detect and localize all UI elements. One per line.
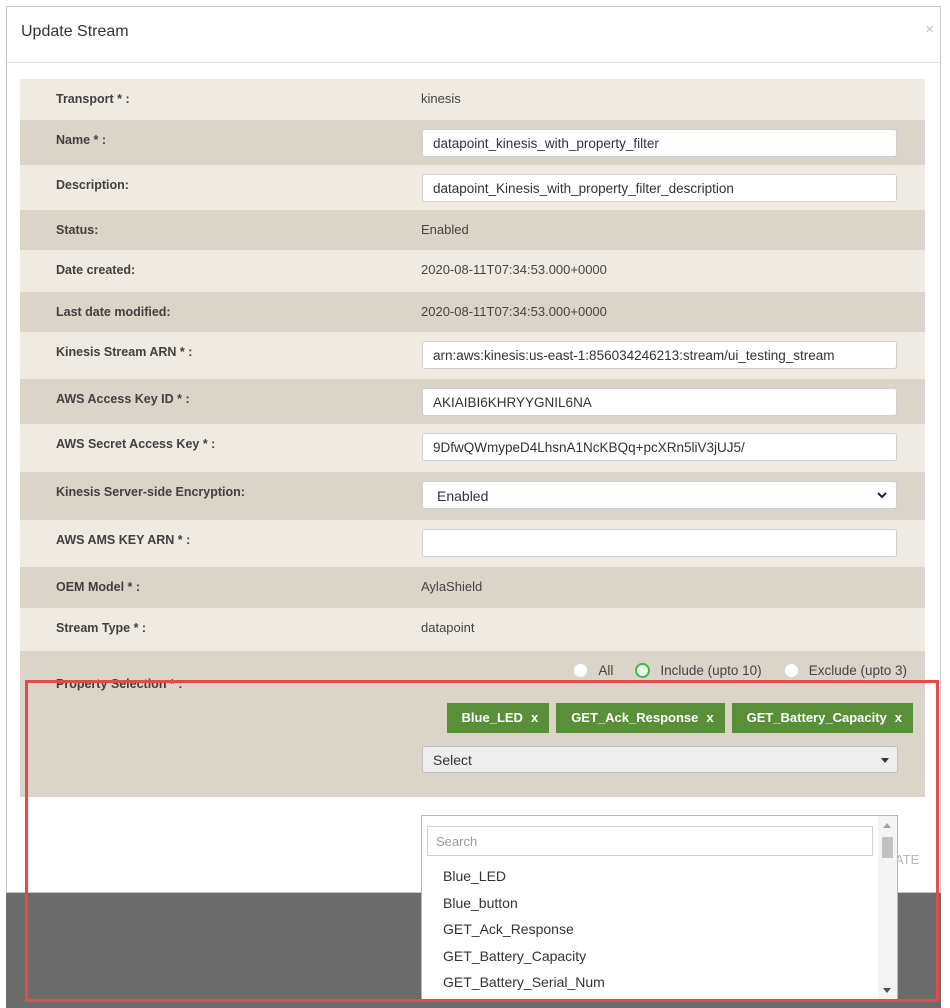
stream-type-value: datapoint [421,620,475,635]
secret-key-label: AWS Secret Access Key * : [56,437,216,451]
status-value: Enabled [421,222,469,237]
remove-tag-icon[interactable]: x [706,710,713,725]
radio-include[interactable]: Include (upto 10) [635,663,762,678]
radio-exclude-circle[interactable] [783,663,799,678]
row-kms-arn: AWS AMS KEY ARN * : [20,520,925,567]
row-name: Name * : [20,120,925,165]
last-modified-value: 2020-08-11T07:34:53.000+0000 [421,304,607,319]
scroll-down-icon[interactable] [883,988,891,993]
property-tag-label: GET_Battery_Capacity [746,710,887,725]
radio-all-label: All [598,663,614,678]
row-encryption: Kinesis Server-side Encryption: Enabled [20,472,925,520]
property-tag[interactable]: GET_Battery_Capacity x [731,703,913,733]
property-select-text: Select [433,752,472,768]
stream-arn-label: Kinesis Stream ARN * : [56,345,193,359]
row-description: Description: [20,165,925,210]
oem-model-value: AylaShield [421,579,483,594]
row-access-key: AWS Access Key ID * : [20,379,925,424]
property-dropdown-menu: Blue_LED Blue_button GET_Ack_Response GE… [421,815,898,1000]
modal-title: Update Stream [21,23,129,40]
description-label: Description: [56,178,129,192]
radio-include-label: Include (upto 10) [660,663,762,678]
dropdown-option[interactable]: GET_Battery_Serial_Num [422,969,880,996]
radio-exclude-label: Exclude (upto 3) [808,663,907,678]
dropdown-option[interactable]: Blue_button [422,890,880,917]
encryption-select[interactable]: Enabled [422,481,897,509]
encryption-selected-value: Enabled [437,488,489,504]
property-tag[interactable]: Blue_LED x [446,703,550,733]
modal-header: Update Stream × [7,7,940,63]
transport-label: Transport * : [56,92,130,106]
property-selection-radios: All Include (upto 10) Exclude (upto 3) [551,663,907,678]
dropdown-option[interactable]: GET_Battery_Capacity [422,943,880,970]
radio-exclude[interactable]: Exclude (upto 3) [783,663,907,678]
name-label: Name * : [56,133,107,147]
radio-include-circle[interactable] [635,663,651,678]
stream-form: Transport * : kinesis Name * : Descripti… [20,79,925,797]
selected-property-tags: Blue_LED x GET_Ack_Response x GET_Battery_… [440,703,913,733]
dropdown-search-input[interactable] [427,826,873,856]
radio-all[interactable]: All [573,663,613,678]
radio-all-circle[interactable] [573,663,589,678]
row-property-selection: Property Selection * : All Include (upto… [20,651,925,797]
row-status: Status: Enabled [20,210,925,250]
dropdown-options-list: Blue_LED Blue_button GET_Ack_Response GE… [422,863,880,996]
date-created-label: Date created: [56,263,136,277]
row-date-created: Date created: 2020-08-11T07:34:53.000+00… [20,250,925,292]
stream-arn-input[interactable] [422,341,897,369]
oem-model-label: OEM Model * : [56,580,141,594]
access-key-input[interactable] [422,388,897,416]
property-selection-label: Property Selection * : [56,677,183,691]
description-input[interactable] [422,174,897,202]
update-button[interactable]: ATE [895,852,919,867]
date-created-value: 2020-08-11T07:34:53.000+0000 [421,262,607,277]
row-last-modified: Last date modified: 2020-08-11T07:34:53.… [20,292,925,332]
access-key-label: AWS Access Key ID * : [56,392,190,406]
chevron-down-icon [877,492,887,499]
name-input[interactable] [422,129,897,157]
row-secret-key: AWS Secret Access Key * : [20,424,925,472]
scrollbar-thumb[interactable] [882,837,893,858]
transport-value: kinesis [421,91,461,106]
kms-arn-label: AWS AMS KEY ARN * : [56,533,191,547]
property-tag[interactable]: GET_Ack_Response x [556,703,725,733]
scroll-up-icon[interactable] [883,823,891,828]
encryption-label: Kinesis Server-side Encryption: [56,485,245,499]
row-stream-arn: Kinesis Stream ARN * : [20,332,925,379]
close-icon[interactable]: × [925,21,934,38]
status-label: Status: [56,223,99,237]
kms-arn-input[interactable] [422,529,897,557]
property-tag-label: GET_Ack_Response [571,710,699,725]
dropdown-scrollbar[interactable] [878,816,897,999]
remove-tag-icon[interactable]: x [531,710,538,725]
dropdown-option[interactable]: Blue_LED [422,863,880,890]
row-oem-model: OEM Model * : AylaShield [20,567,925,608]
update-stream-modal: Update Stream × Transport * : kinesis Na… [6,6,941,893]
property-select-dropdown[interactable]: Select [422,746,898,773]
row-transport: Transport * : kinesis [20,79,925,120]
secret-key-input[interactable] [422,433,897,461]
caret-down-icon [881,758,889,763]
dropdown-option[interactable]: GET_Ack_Response [422,916,880,943]
remove-tag-icon[interactable]: x [895,710,902,725]
stream-type-label: Stream Type * : [56,621,147,635]
last-modified-label: Last date modified: [56,305,171,319]
property-tag-label: Blue_LED [461,710,523,725]
row-stream-type: Stream Type * : datapoint [20,608,925,651]
